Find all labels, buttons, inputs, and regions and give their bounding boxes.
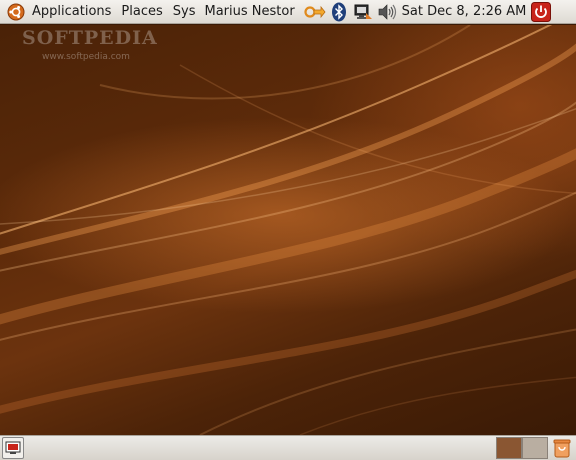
- menu-system[interactable]: Sys: [168, 0, 201, 24]
- network-switcher-icon[interactable]: [303, 0, 327, 24]
- workspace-switcher: [496, 437, 548, 459]
- volume-icon[interactable]: [375, 0, 399, 24]
- system-tray: [303, 0, 399, 24]
- desktop-wallpaper[interactable]: SOFTPEDIA www.softpedia.com: [0, 25, 576, 435]
- show-desktop-button[interactable]: [2, 437, 24, 459]
- workspace-2[interactable]: [522, 437, 548, 459]
- menu-applications[interactable]: Applications: [28, 0, 116, 24]
- softpedia-watermark: SOFTPEDIA: [22, 27, 158, 49]
- bluetooth-icon[interactable]: [327, 0, 351, 24]
- trash-icon[interactable]: [550, 436, 574, 460]
- main-menu-bar: Applications Places Sys: [0, 0, 200, 24]
- menu-places[interactable]: Places: [116, 0, 167, 24]
- network-monitor-icon[interactable]: [351, 0, 375, 24]
- softpedia-url: www.softpedia.com: [42, 52, 130, 62]
- clock[interactable]: Sat Dec 8, 2:26 AM: [399, 0, 530, 24]
- wallpaper-swirls: [0, 25, 576, 435]
- power-icon[interactable]: [530, 1, 552, 23]
- workspace-1[interactable]: [496, 437, 522, 459]
- bottom-panel: [0, 435, 576, 460]
- user-switcher[interactable]: Marius Nestor: [200, 0, 298, 24]
- top-panel: Applications Places Sys Marius Nestor Sa…: [0, 0, 576, 24]
- ubuntu-logo-icon[interactable]: [4, 0, 28, 24]
- show-desktop-icon: [5, 441, 21, 454]
